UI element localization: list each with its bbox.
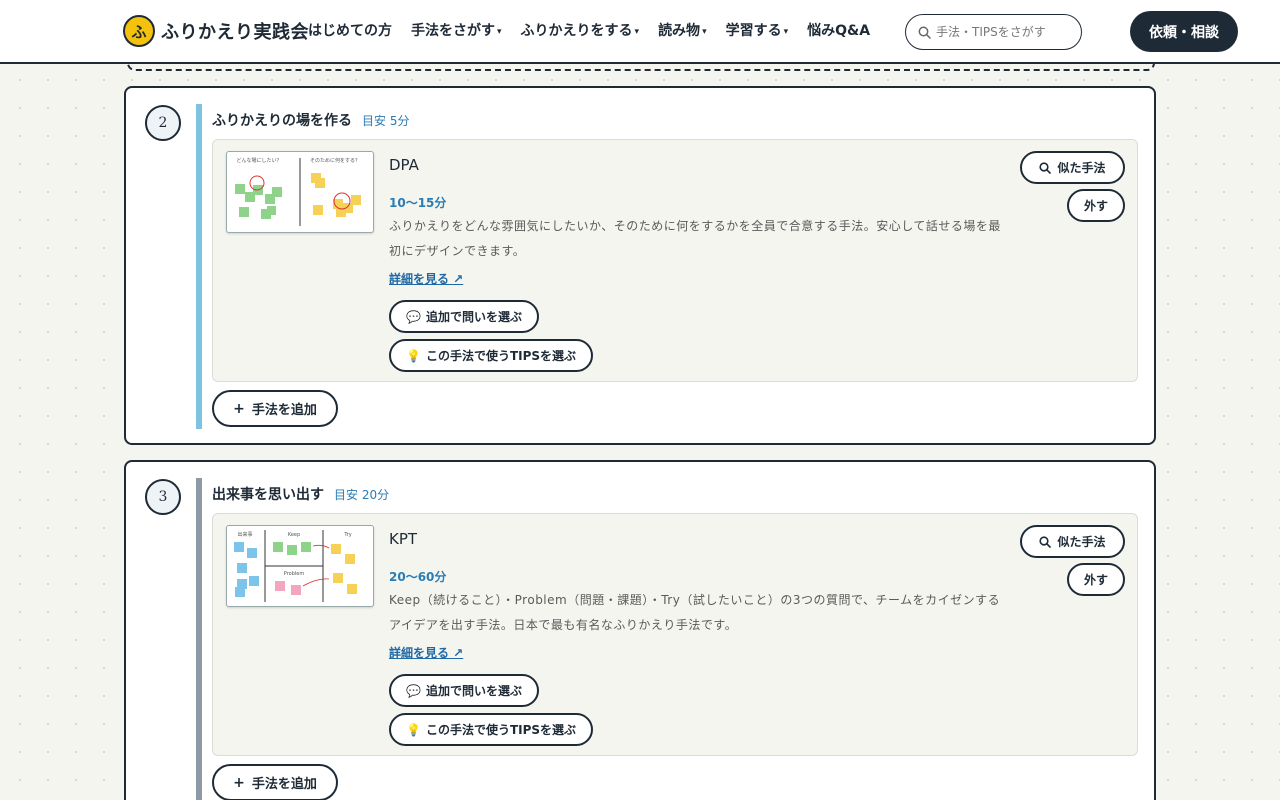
search-input[interactable] (936, 25, 1076, 39)
lightbulb-icon: 💡 (406, 348, 421, 363)
caret-down-icon: ▾ (702, 27, 707, 37)
contact-button[interactable]: 依頼・相談 (1130, 11, 1238, 52)
nav-item-beginners[interactable]: はじめての方 (308, 20, 392, 40)
step-accent-bar (196, 478, 202, 800)
search-icon (1039, 535, 1052, 548)
method-description: ふりかえりをどんな雰囲気にしたいか、そのために何をするかを全員で合意する手法。安… (389, 219, 1001, 258)
method-card: どんな場にしたい？ そのために何をする？ DPA 10〜15分 ふりかえりをどん… (212, 139, 1138, 382)
thumb-label: 出来事 (237, 531, 252, 538)
site-search (905, 14, 1082, 50)
step-card-3: 3 出来事を思い出す 目安 20分 出来事 Keep Try Problem K… (124, 460, 1156, 800)
nav-item-find-methods[interactable]: 手法をさがす ▾ (411, 20, 502, 40)
similar-methods-button[interactable]: 似た手法 (1020, 151, 1125, 184)
site-header: ふ ふりかえり実践会 はじめての方 手法をさがす ▾ ふりかえりをする ▾ 読み物 ▾… (0, 0, 1280, 64)
method-detail-link[interactable]: 詳細を見る ↗ (389, 270, 463, 287)
frog-logo-icon: ふ (123, 15, 155, 47)
method-name: DPA (389, 156, 419, 174)
step-header: ふりかえりの場を作る 目安 5分 (212, 110, 409, 130)
nav-item-faq[interactable]: 悩みQ&A (807, 20, 870, 40)
caret-down-icon: ▾ (497, 27, 502, 37)
button-label: 似た手法 (1057, 161, 1106, 175)
method-duration: 20〜60分 (389, 570, 447, 584)
caret-down-icon: ▾ (783, 27, 789, 37)
add-method-button[interactable]: + 手法を追加 (212, 764, 338, 800)
button-label: この手法で使うTIPSを選ぶ (425, 723, 577, 737)
search-icon (1039, 161, 1052, 174)
method-detail-link[interactable]: 詳細を見る ↗ (389, 644, 463, 661)
site-logo[interactable]: ふ ふりかえり実践会 (123, 15, 309, 47)
remove-method-button[interactable]: 外す (1067, 189, 1125, 222)
thumb-label: そのために何をする？ (310, 157, 360, 164)
remove-method-button[interactable]: 外す (1067, 563, 1125, 596)
choose-question-button[interactable]: 💬 追加で問いを選ぶ (389, 300, 539, 333)
caret-down-icon: ▾ (634, 27, 640, 37)
nav-label: 読み物 (658, 23, 701, 39)
step-time-estimate: 目安 20分 (334, 488, 390, 502)
step-number: 3 (145, 479, 181, 515)
main-nav: はじめての方 手法をさがす ▾ ふりかえりをする ▾ 読み物 ▾ 学習する ▾ 悩みQ&… (308, 20, 889, 40)
speech-bubble-icon: 💬 (406, 683, 421, 698)
step-number: 2 (145, 105, 181, 141)
nav-item-reading[interactable]: 読み物 ▾ (658, 20, 707, 40)
thumb-label: Try (343, 532, 351, 538)
nav-item-learn[interactable]: 学習する ▾ (726, 20, 789, 40)
nav-label: ふりかえりをする (520, 23, 633, 39)
similar-methods-button[interactable]: 似た手法 (1020, 525, 1125, 558)
nav-label: 学習する (725, 23, 782, 39)
site-name: ふりかえり実践会 (161, 22, 309, 43)
add-method-button[interactable]: + 手法を追加 (212, 390, 338, 427)
thumb-label: どんな場にしたい？ (236, 157, 281, 164)
step-time-estimate: 目安 5分 (362, 114, 410, 128)
choose-question-button[interactable]: 💬 追加で問いを選ぶ (389, 674, 539, 707)
button-label: 追加で問いを選ぶ (425, 684, 522, 698)
plus-icon: + (233, 400, 245, 417)
plus-icon: + (233, 774, 245, 791)
search-icon (918, 26, 931, 39)
lightbulb-icon: 💡 (406, 722, 421, 737)
method-thumbnail[interactable]: どんな場にしたい？ そのために何をする？ (226, 151, 374, 233)
method-duration: 10〜15分 (389, 196, 447, 210)
step-title: 出来事を思い出す (212, 487, 324, 503)
step-accent-bar (196, 104, 202, 429)
speech-bubble-icon: 💬 (406, 309, 421, 324)
choose-tips-button[interactable]: 💡 この手法で使うTIPSを選ぶ (389, 339, 594, 372)
nav-label: 手法をさがす (411, 23, 495, 39)
nav-label: 悩みQ&A (807, 23, 871, 39)
button-label: 似た手法 (1057, 535, 1106, 549)
method-description: Keep（続けること）・Problem（問題・課題）・Try（試したいこと）の3… (389, 593, 1001, 632)
method-thumbnail[interactable]: 出来事 Keep Try Problem (226, 525, 374, 607)
button-label: 手法を追加 (251, 777, 317, 792)
method-card: 出来事 Keep Try Problem KPT 20〜60分 Keep（続ける… (212, 513, 1138, 756)
choose-tips-button[interactable]: 💡 この手法で使うTIPSを選ぶ (389, 713, 594, 746)
step-title: ふりかえりの場を作る (212, 113, 352, 129)
step-card-2: 2 ふりかえりの場を作る 目安 5分 どんな場にしたい？ そのために何をする？ (124, 86, 1156, 445)
step-header: 出来事を思い出す 目安 20分 (212, 484, 389, 504)
button-label: 追加で問いを選ぶ (425, 310, 522, 324)
button-label: この手法で使うTIPSを選ぶ (425, 349, 577, 363)
thumb-label: Problem (284, 571, 305, 577)
method-name: KPT (389, 530, 418, 548)
button-label: 手法を追加 (251, 403, 317, 418)
nav-item-do-retro[interactable]: ふりかえりをする ▾ (521, 20, 640, 40)
thumb-label: Keep (288, 532, 300, 538)
nav-label: はじめての方 (308, 23, 392, 39)
